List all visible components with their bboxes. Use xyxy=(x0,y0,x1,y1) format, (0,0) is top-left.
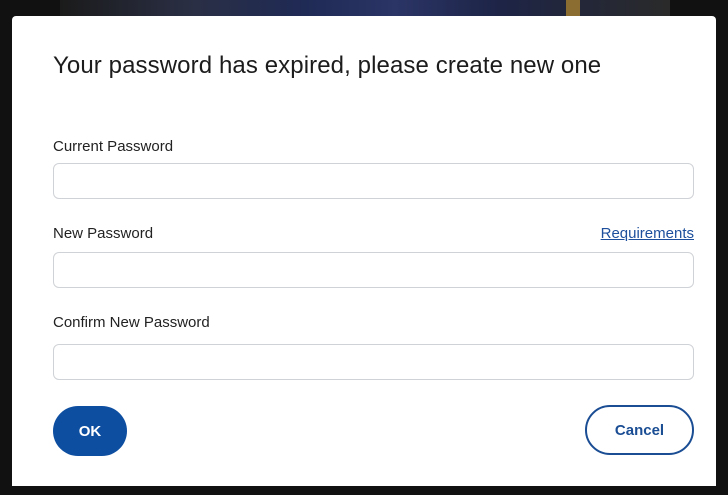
password-expired-dialog: Your password has expired, please create… xyxy=(12,16,716,486)
ok-button[interactable]: OK xyxy=(53,406,127,456)
current-password-input[interactable] xyxy=(53,163,694,199)
new-password-input[interactable] xyxy=(53,252,694,288)
confirm-password-label: Confirm New Password xyxy=(53,314,210,331)
new-password-label: New Password xyxy=(53,225,154,242)
cancel-button[interactable]: Cancel xyxy=(585,405,694,455)
dialog-title: Your password has expired, please create… xyxy=(53,52,602,79)
requirements-link[interactable]: Requirements xyxy=(601,225,694,243)
confirm-password-input[interactable] xyxy=(53,344,694,380)
current-password-label: Current Password xyxy=(53,138,174,155)
